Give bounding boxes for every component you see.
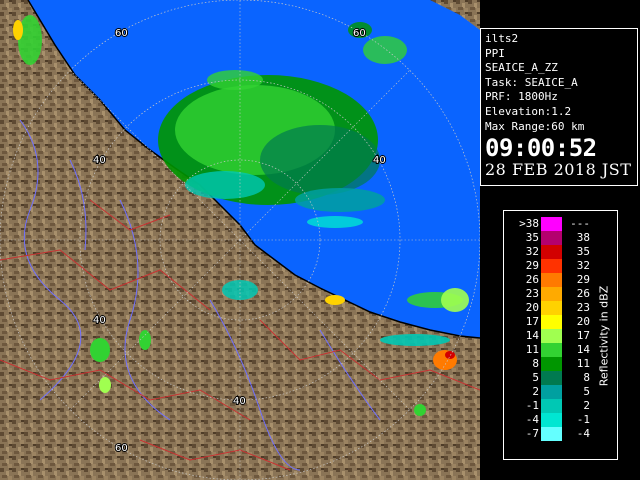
legend-high-value: 32	[576, 259, 590, 272]
legend-high-value: -4	[576, 427, 590, 440]
legend-low-value: -4	[525, 413, 539, 426]
legend-high-value: 17	[576, 329, 590, 342]
legend-high-value: 23	[576, 301, 590, 314]
legend-low-value: 20	[525, 301, 539, 314]
legend-high-value: 26	[576, 287, 590, 300]
legend-color-swatch	[541, 273, 562, 287]
legend-color-swatch	[541, 231, 562, 245]
legend-high-value: 14	[576, 343, 590, 356]
legend-high-value: 35	[576, 245, 590, 258]
legend-high-value: 8	[583, 371, 590, 384]
station-name: ilts2	[485, 32, 519, 45]
scan-type: PPI	[485, 46, 505, 60]
legend-low-value: 11	[525, 343, 539, 356]
legend-low-value: 14	[525, 329, 539, 342]
legend-low-value: 35	[525, 231, 539, 244]
ring-label-40-east: 40	[373, 155, 386, 166]
legend-high-value: -1	[576, 413, 590, 426]
legend-low-value: 23	[525, 287, 539, 300]
legend-low-value: -7	[525, 427, 539, 440]
legend-low-value: 26	[525, 273, 539, 286]
legend-high-value: 5	[583, 385, 590, 398]
legend-color-swatch	[541, 245, 562, 259]
scan-time: 09:00:52	[485, 134, 597, 163]
scan-date: 28 FEB 2018 JST	[485, 160, 632, 180]
legend-color-swatch	[541, 413, 562, 427]
legend-title-text: Reflectivity in dBZ	[597, 285, 611, 387]
legend-color-swatch	[541, 357, 562, 371]
ring-label-40-southwest: 40	[93, 315, 106, 326]
product-name: SEAICE_A_ZZ	[485, 61, 558, 75]
ring-label-60-northwest: 60	[115, 28, 128, 39]
legend-color-swatch	[541, 217, 562, 231]
legend-color-swatch	[541, 301, 562, 315]
prf-value: PRF: 1800Hz	[485, 90, 558, 104]
legend-color-swatch	[541, 329, 562, 343]
legend-low-value: 29	[525, 259, 539, 272]
legend-color-swatch	[541, 315, 562, 329]
legend-color-swatch	[541, 371, 562, 385]
ring-label-60-north: 60	[353, 28, 366, 39]
legend-low-value: 5	[532, 371, 539, 384]
legend-low-value: 32	[525, 245, 539, 258]
max-range-value: Max Range:60 km	[485, 119, 585, 133]
task-name: Task: SEAICE_A	[485, 75, 578, 89]
legend-low-value: 17	[525, 315, 539, 328]
legend-high-value: 38	[576, 231, 590, 244]
legend-color-swatch	[541, 287, 562, 301]
radar-ppi-map: 40 40 40 40 60 60 60	[0, 0, 480, 480]
legend-low-value: -1	[525, 399, 539, 412]
ring-label-40-south: 40	[233, 396, 246, 407]
elevation-value: Elevation:1.2	[485, 104, 572, 118]
scan-info-panel: ilts2 PPI SEAICE_A_ZZ Task: SEAICE_A PRF…	[480, 28, 638, 186]
legend-low-value: >38	[519, 217, 539, 230]
legend-high-value: 20	[576, 315, 590, 328]
legend-low-value: 2	[532, 385, 539, 398]
ring-label-40-west: 40	[93, 155, 106, 166]
reflectivity-legend: >38 --- 35 38 32 35 29 32 26 29 23 26 20 23 17 20 14 17 11…	[503, 210, 618, 460]
legend-low-value: 8	[532, 357, 539, 370]
legend-color-swatch	[541, 259, 562, 273]
legend-high-value: 2	[583, 399, 590, 412]
legend-color-swatch	[541, 399, 562, 413]
legend-color-swatch	[541, 385, 562, 399]
radar-display: 40 40 40 40 60 60 60	[0, 0, 480, 480]
legend-high-value: 11	[576, 357, 590, 370]
legend-color-swatch	[541, 343, 562, 357]
legend-high-value: 29	[576, 273, 590, 286]
legend-color-swatch	[541, 427, 562, 441]
ring-label-60-southwest: 60	[115, 443, 128, 454]
legend-title: Reflectivity in dBZ	[592, 223, 616, 449]
legend-high-value: ---	[570, 217, 590, 230]
